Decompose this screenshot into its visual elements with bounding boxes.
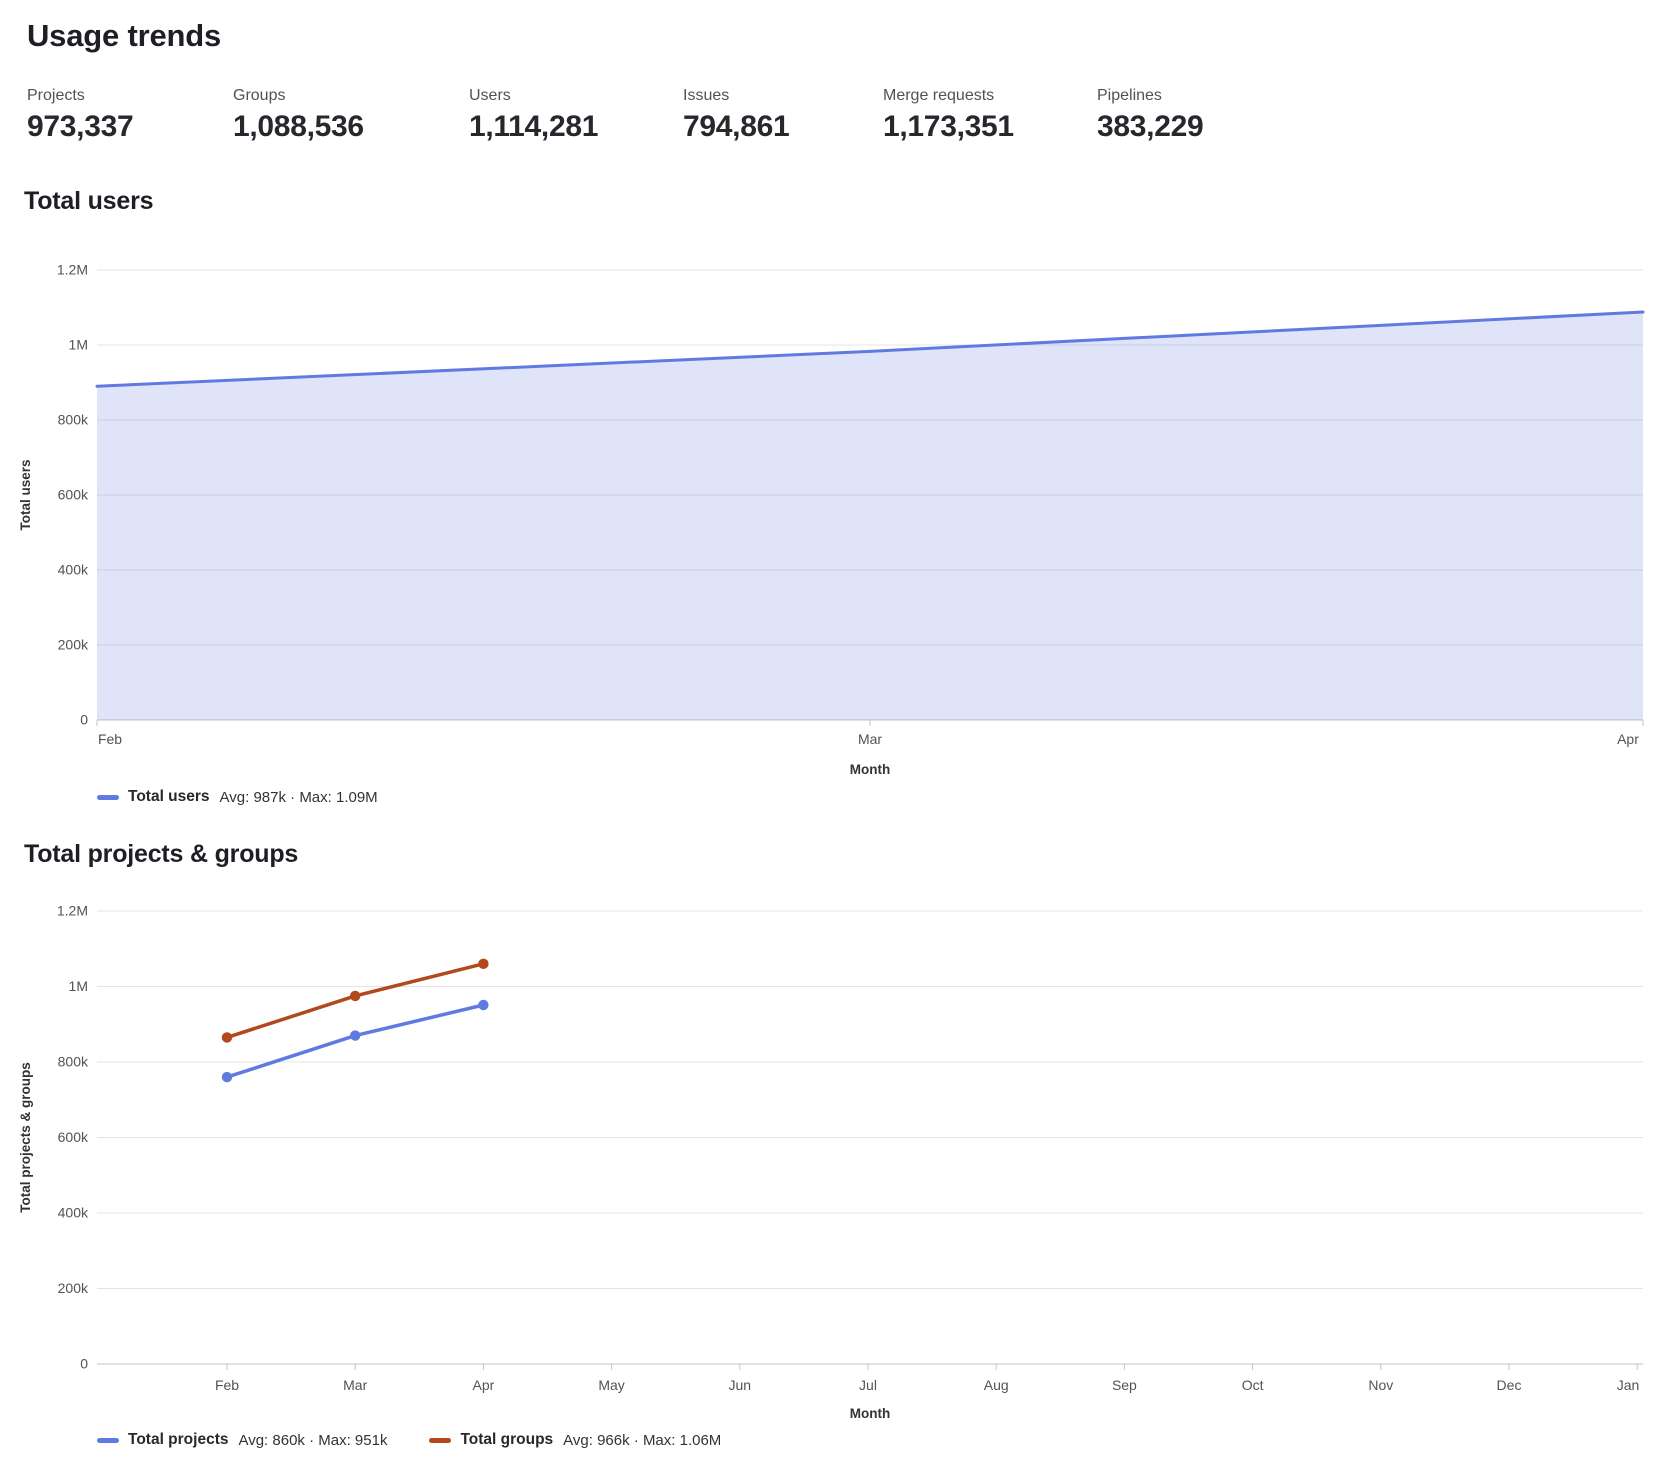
series-total-projects [222,1000,489,1083]
stat-value: 973,337 [27,109,233,145]
x-tick-label: Aug [984,1377,1009,1393]
y-tick-label: 200k [58,1280,89,1296]
data-point [350,1030,360,1040]
y-tick-label: 1.2M [57,262,88,278]
x-tick-label: Nov [1368,1377,1393,1393]
x-axis-name: Month [850,1406,890,1421]
x-tick-label: Jul [859,1377,877,1393]
stat-value: 1,114,281 [469,109,683,145]
legend-series-stats: Avg: 987k · Max: 1.09M [220,789,378,806]
x-tick-label: Feb [98,731,122,747]
legend-series-stats: Avg: 860k · Max: 951k [238,1432,387,1449]
y-tick-label: 0 [80,712,88,728]
y-tick-label: 400k [58,562,89,578]
x-tick-label: Oct [1242,1377,1264,1393]
stat-value: 1,173,351 [883,109,1097,145]
area-fill [97,312,1643,720]
x-tick-label: Sep [1112,1377,1137,1393]
x-tick-label: Mar [343,1377,367,1393]
y-tick-label: 400k [58,1205,89,1221]
stat-value: 1,088,536 [233,109,469,145]
legend-series-stats: Avg: 966k · Max: 1.06M [563,1432,721,1449]
total-users-legend: Total users Avg: 987k · Max: 1.09M [97,786,1676,808]
x-tick-label: Feb [215,1377,239,1393]
x-tick-label: May [598,1377,624,1393]
y-tick-label: 600k [58,487,89,503]
stat-label: Users [469,86,683,106]
data-point [222,1032,232,1042]
series-line [227,1005,483,1077]
total-users-heading: Total users [24,187,1676,216]
stat-projects: Projects 973,337 [27,86,233,145]
stat-label: Merge requests [883,86,1097,106]
x-axis: Feb Mar Apr [97,720,1643,747]
series-total-users [97,312,1643,720]
stat-label: Pipelines [1097,86,1203,106]
stat-label: Issues [683,86,883,106]
x-axis-name: Month [850,762,890,777]
x-axis: Feb Mar Apr May Jun Jul Aug Sep Oct Nov Dec Jan [215,1364,1639,1393]
legend-dash-icon [97,795,119,800]
stat-value: 383,229 [1097,109,1203,145]
legend-series-name: Total users [128,788,210,806]
legend-item-total-projects[interactable]: Total projects Avg: 860k · Max: 951k [97,1431,387,1449]
usage-trends-page: Usage trends Projects 973,337 Groups 1,0… [0,18,1676,1451]
y-tick-label: 1M [69,337,88,353]
data-point [478,959,488,969]
y-tick-label: 1M [69,978,88,994]
x-tick-label: Jan [1617,1377,1640,1393]
x-tick-label: Apr [1617,731,1639,747]
x-tick-label: Apr [473,1377,495,1393]
total-projects-groups-legend: Total projects Avg: 860k · Max: 951k Tot… [97,1429,1676,1451]
y-tick-label: 800k [58,1054,89,1070]
stat-pipelines: Pipelines 383,229 [1097,86,1203,145]
x-tick-label: Dec [1497,1377,1522,1393]
stat-merge-requests: Merge requests 1,173,351 [883,86,1097,145]
y-tick-label: 800k [58,412,89,428]
data-point [222,1072,232,1082]
y-axis-name: Total projects & groups [18,1062,33,1213]
stat-label: Groups [233,86,469,106]
x-tick-label: Jun [729,1377,752,1393]
series-total-groups [222,959,489,1043]
y-tick-label: 200k [58,637,89,653]
page-title: Usage trends [27,18,1676,54]
y-tick-label: 0 [80,1356,88,1372]
data-point [478,1000,488,1010]
stat-groups: Groups 1,088,536 [233,86,469,145]
stat-issues: Issues 794,861 [683,86,883,145]
legend-item-total-users[interactable]: Total users Avg: 987k · Max: 1.09M [97,788,378,806]
x-tick-label: Mar [858,731,882,747]
total-projects-groups-line-chart[interactable]: 1.2M 1M 800k 600k 400k 200k 0 Feb Mar Apr May Jun Ju… [0,871,1676,1423]
legend-dash-icon [429,1438,451,1443]
y-tick-label: 1.2M [57,903,88,919]
total-users-area-chart[interactable]: 1.2M 1M 800k 600k 400k 200k 0 Feb Mar Apr Month Tot… [0,230,1676,780]
y-tick-label: 600k [58,1129,89,1145]
y-gridlines: 1.2M 1M 800k 600k 400k 200k 0 [57,903,1643,1372]
stat-label: Projects [27,86,233,106]
stats-row: Projects 973,337 Groups 1,088,536 Users … [27,86,1676,145]
legend-series-name: Total projects [128,1431,228,1449]
legend-series-name: Total groups [460,1431,553,1449]
legend-item-total-groups[interactable]: Total groups Avg: 966k · Max: 1.06M [429,1431,721,1449]
total-projects-groups-heading: Total projects & groups [24,840,1676,869]
legend-dash-icon [97,1438,119,1443]
stat-value: 794,861 [683,109,883,145]
stat-users: Users 1,114,281 [469,86,683,145]
data-point [350,991,360,1001]
y-axis-name: Total users [18,459,33,530]
